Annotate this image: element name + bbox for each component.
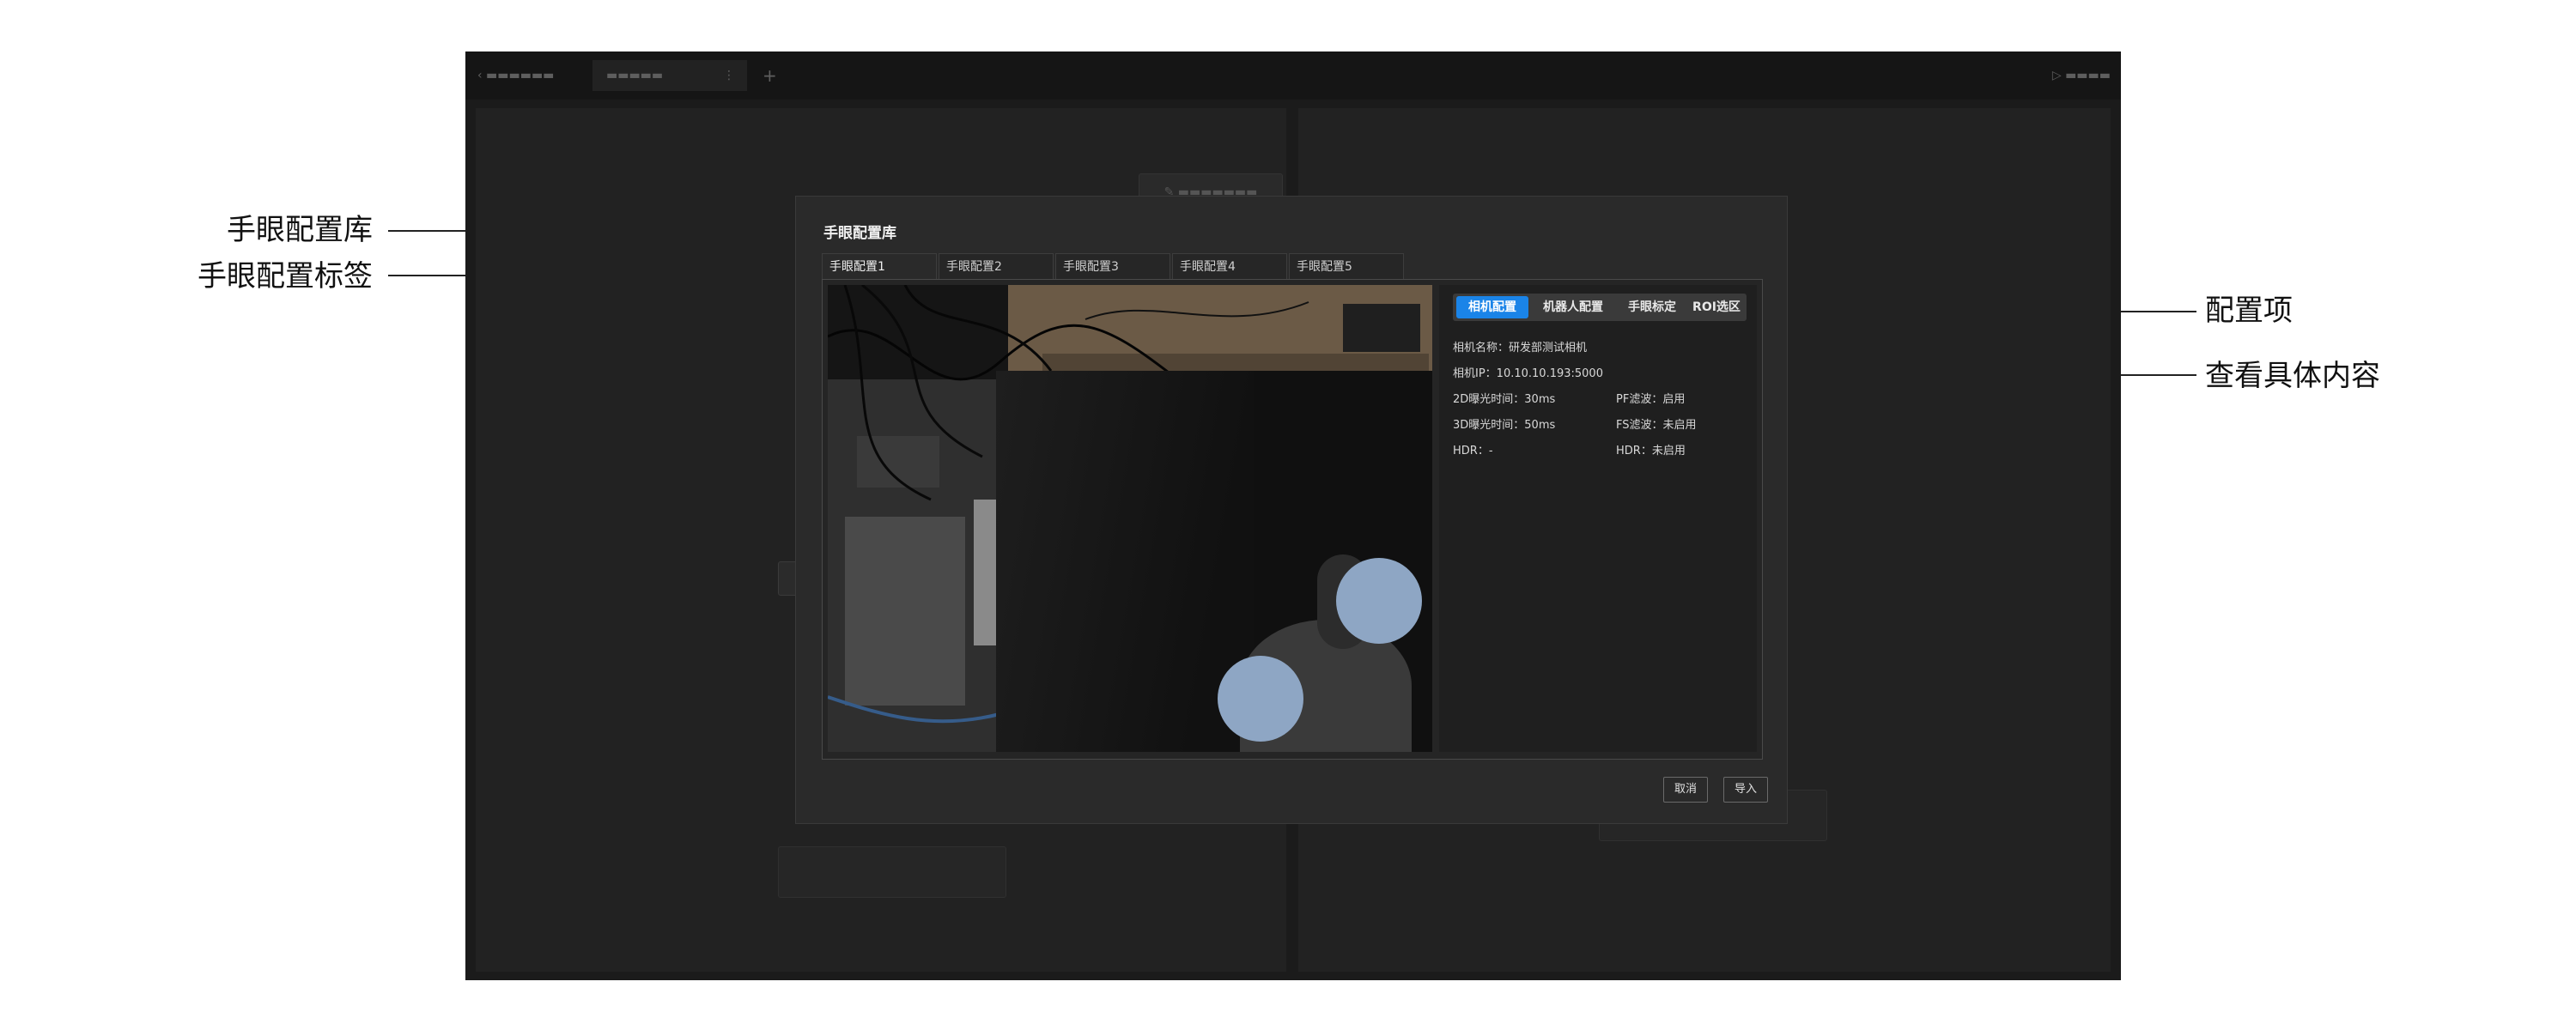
play-icon[interactable]: ▷ ▬▬▬▬ [2052, 60, 2111, 91]
tab-config-4[interactable]: 手眼配置4 [1172, 253, 1287, 279]
modal-title: 手眼配置库 [823, 225, 896, 242]
annotation-config-item: 配置项 [2205, 294, 2293, 328]
exposure-2d: 2D曝光时间：30ms [1453, 393, 1556, 406]
tab-config-5[interactable]: 手眼配置5 [1289, 253, 1404, 279]
app-topbar: ‹ ▬▬▬▬▬▬ ▬▬▬▬▬ ⋮ + ▷ ▬▬▬▬ [465, 52, 2121, 100]
pf-filter: PF滤波：启用 [1616, 393, 1686, 406]
plus-icon[interactable]: + [762, 60, 777, 91]
camera-preview-image [828, 285, 1432, 752]
annotation-library: 手眼配置库 [227, 213, 373, 247]
exposure-3d: 3D曝光时间：50ms [1453, 419, 1556, 432]
tab-config-2[interactable]: 手眼配置2 [939, 253, 1054, 279]
ghost-bottom-left[interactable] [778, 846, 1006, 898]
cancel-button[interactable]: 取消 [1663, 777, 1708, 803]
camera-name: 相机名称：研发部测试相机 [1453, 342, 1588, 354]
config-body: 相机配置 机器人配置 手眼标定 ROI选区 相机名称：研发部测试相机 相机IP：… [822, 279, 1763, 760]
annotation-content: 查看具体内容 [2205, 359, 2380, 393]
close-icon[interactable]: ⋮ [723, 60, 735, 91]
hdr-status: HDR：未启用 [1616, 445, 1686, 457]
import-button[interactable]: 导入 [1723, 777, 1768, 803]
hdr-value: HDR：- [1453, 445, 1493, 457]
detail-panel: 相机配置 机器人配置 手眼标定 ROI选区 相机名称：研发部测试相机 相机IP：… [1439, 285, 1757, 752]
segment-roi[interactable]: ROI选区 [1686, 296, 1747, 318]
segment-camera-config[interactable]: 相机配置 [1456, 296, 1528, 318]
tab-config-3[interactable]: 手眼配置3 [1055, 253, 1170, 279]
tab-config-1[interactable]: 手眼配置1 [822, 253, 937, 279]
hand-eye-library-modal: 手眼配置库 手眼配置1 手眼配置2 手眼配置3 手眼配置4 手眼配置5 相机配置… [795, 196, 1788, 824]
config-item-segments: 相机配置 机器人配置 手眼标定 ROI选区 [1453, 294, 1747, 321]
app-tab-2[interactable]: ▬▬▬▬▬ ⋮ [592, 60, 747, 91]
segment-robot-config[interactable]: 机器人配置 [1532, 296, 1614, 318]
fs-filter: FS滤波：未启用 [1616, 419, 1697, 432]
camera-ip: 相机IP：10.10.10.193:5000 [1453, 367, 1603, 380]
segment-hand-eye-calibration[interactable]: 手眼标定 [1618, 296, 1686, 318]
annotation-tab-label: 手眼配置标签 [197, 259, 373, 294]
app-tab-1[interactable]: ‹ ▬▬▬▬▬▬ [472, 60, 598, 91]
